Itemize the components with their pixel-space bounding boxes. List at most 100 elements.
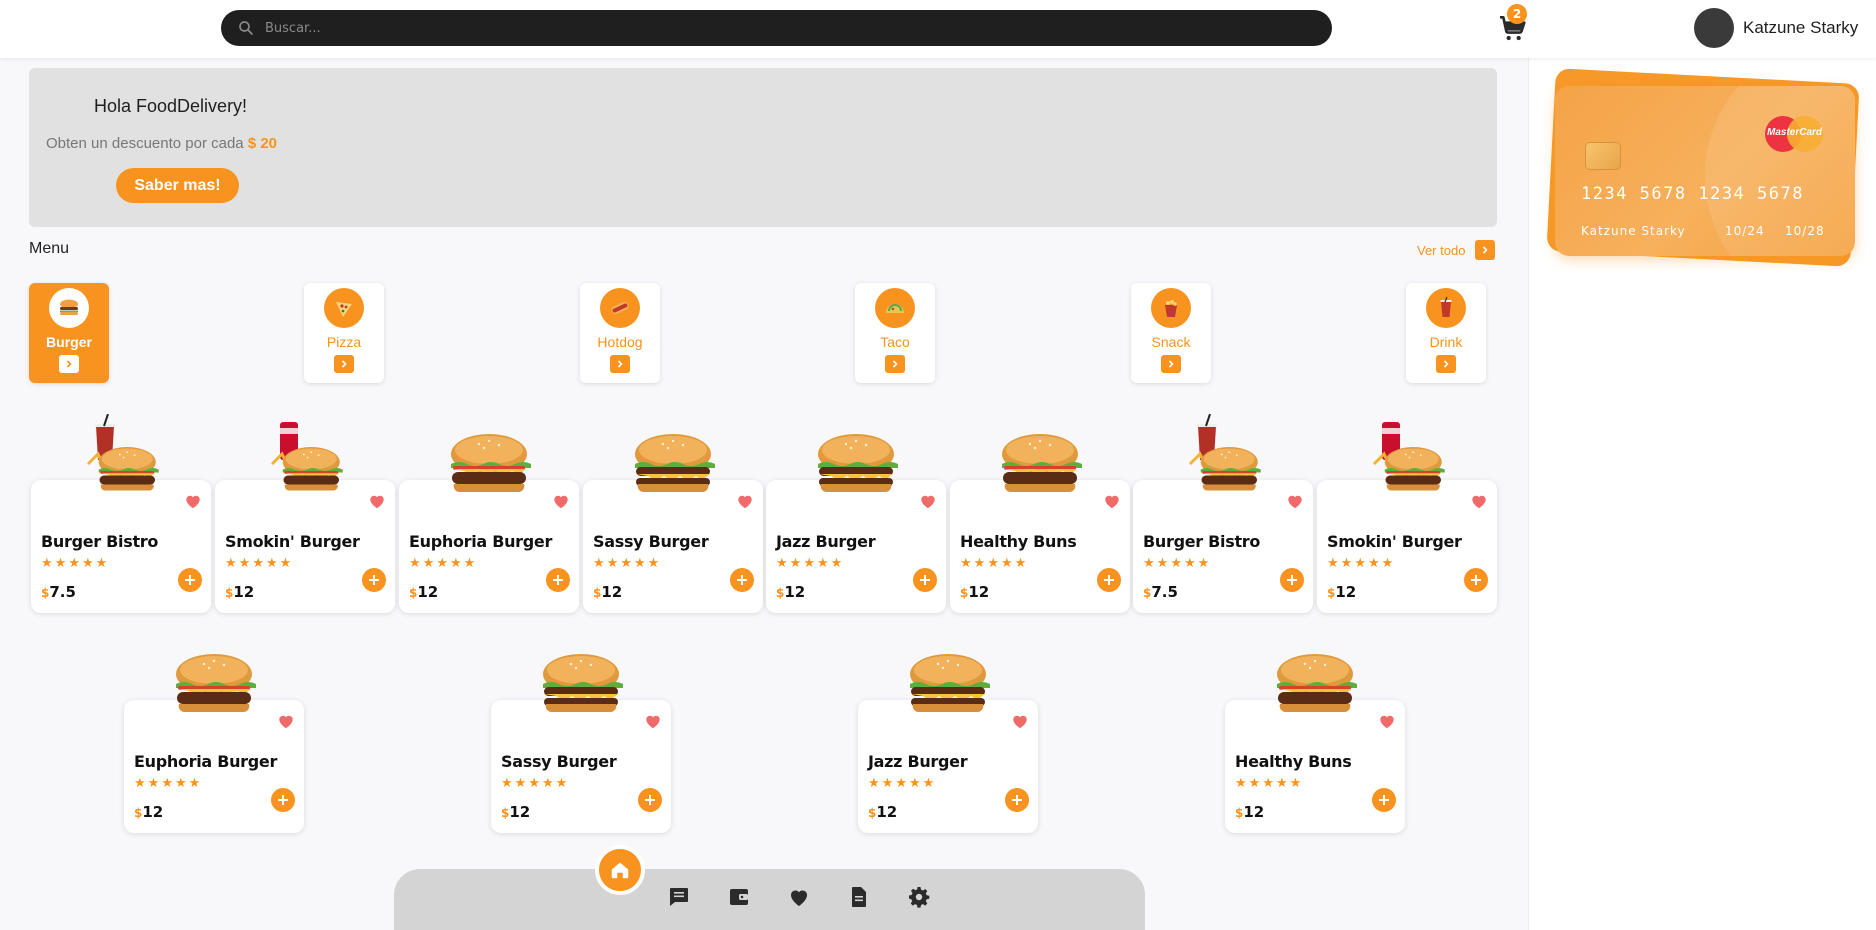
add-to-cart-button[interactable] [1464, 568, 1488, 592]
heart-icon[interactable] [1012, 714, 1028, 729]
category-hotdog[interactable]: Hotdog [580, 283, 660, 383]
category-snack[interactable]: Snack [1131, 283, 1211, 383]
category-drink[interactable]: Drink [1406, 283, 1486, 383]
chevron-right-icon[interactable] [1161, 355, 1181, 373]
product-price: $12 [776, 583, 806, 601]
rating-stars: ★ ★ ★ ★ ★ [868, 777, 934, 790]
wallet-icon[interactable] [727, 885, 751, 909]
star-icon: ★ [1235, 776, 1247, 791]
plus-icon [920, 575, 930, 585]
product-card[interactable]: Jazz Burger ★ ★ ★ ★ ★ $12 [766, 434, 946, 613]
chat-icon[interactable] [667, 885, 691, 909]
star-icon: ★ [54, 556, 67, 571]
product-card[interactable]: Euphoria Burger ★ ★ ★ ★ ★ $12 [399, 434, 579, 613]
star-icon: ★ [1248, 776, 1261, 791]
chevron-right-icon[interactable] [59, 355, 79, 373]
star-icon: ★ [174, 776, 187, 791]
product-card[interactable]: Sassy Burger ★ ★ ★ ★ ★ $12 [491, 654, 671, 833]
settings-icon[interactable] [907, 885, 931, 909]
cart-count-badge: 2 [1507, 4, 1527, 24]
heart-icon[interactable] [185, 494, 201, 509]
add-to-cart-button[interactable] [638, 788, 662, 812]
product-price: $12 [1327, 583, 1357, 601]
product-image [451, 434, 531, 493]
chevron-right-icon[interactable] [610, 355, 630, 373]
category-label: Hotdog [597, 334, 643, 350]
card-date-1: 10/24 [1725, 224, 1765, 238]
star-icon: ★ [501, 776, 513, 791]
heart-icon[interactable] [920, 494, 936, 509]
add-to-cart-button[interactable] [178, 568, 202, 592]
chevron-right-icon[interactable] [885, 355, 905, 373]
search-input[interactable] [265, 20, 1165, 36]
add-to-cart-button[interactable] [730, 568, 754, 592]
product-card[interactable]: Smokin' Burger ★ ★ ★ ★ ★ $12 [215, 422, 395, 613]
product-image [1372, 422, 1445, 491]
heart-icon[interactable] [1104, 494, 1120, 509]
product-name: Sassy Burger [501, 752, 617, 771]
add-to-cart-button[interactable] [1097, 568, 1121, 592]
category-pizza[interactable]: Pizza [304, 283, 384, 383]
product-card[interactable]: Healthy Buns ★ ★ ★ ★ ★ $12 [950, 434, 1130, 613]
add-to-cart-button[interactable] [1372, 788, 1396, 812]
category-label: Burger [46, 334, 92, 350]
card-holder: Katzune Starky [1581, 224, 1686, 238]
star-icon: ★ [633, 556, 646, 571]
heart-icon[interactable] [1379, 714, 1395, 729]
star-icon: ★ [1014, 556, 1027, 571]
product-card[interactable]: Sassy Burger ★ ★ ★ ★ ★ $12 [583, 434, 763, 613]
heart-icon[interactable] [553, 494, 569, 509]
star-icon: ★ [881, 776, 894, 791]
category-label: Snack [1151, 334, 1191, 350]
plus-icon [1287, 575, 1297, 585]
product-image [270, 422, 343, 491]
product-card[interactable]: Burger Bistro ★ ★ ★ ★ ★ $7.5 [31, 414, 211, 613]
product-card[interactable]: Healthy Buns ★ ★ ★ ★ ★ $12 [1225, 654, 1405, 833]
star-icon: ★ [81, 556, 94, 571]
product-image [86, 414, 159, 491]
category-taco[interactable]: Taco [855, 283, 935, 383]
plus-icon [645, 795, 655, 805]
heart-icon[interactable] [1471, 494, 1487, 509]
star-icon: ★ [908, 776, 921, 791]
chevron-right-icon[interactable] [334, 355, 354, 373]
product-card[interactable]: Euphoria Burger ★ ★ ★ ★ ★ $12 [124, 654, 304, 833]
see-all-link[interactable]: Ver todo [1417, 240, 1496, 260]
heart-icon[interactable] [369, 494, 385, 509]
home-button[interactable] [595, 845, 645, 895]
product-card[interactable]: Burger Bistro ★ ★ ★ ★ ★ $7.5 [1133, 414, 1313, 613]
chip-icon [1585, 142, 1621, 170]
product-card[interactable]: Smokin' Burger ★ ★ ★ ★ ★ $12 [1317, 422, 1497, 613]
rating-stars: ★ ★ ★ ★ ★ [1143, 557, 1209, 570]
category-burger[interactable]: Burger [29, 283, 109, 383]
product-name: Smokin' Burger [225, 532, 360, 551]
add-to-cart-button[interactable] [362, 568, 386, 592]
document-icon[interactable] [847, 885, 871, 909]
product-price: $12 [868, 803, 898, 821]
heart-icon[interactable] [1287, 494, 1303, 509]
product-image [1002, 434, 1082, 493]
avatar[interactable] [1694, 8, 1734, 48]
chevron-right-icon[interactable] [1475, 240, 1496, 260]
heart-icon[interactable] [787, 885, 811, 909]
add-to-cart-button[interactable] [1005, 788, 1029, 812]
user-profile[interactable]: Katzune Starky [1694, 8, 1858, 48]
chevron-right-icon[interactable] [1436, 355, 1456, 373]
heart-icon[interactable] [645, 714, 661, 729]
add-to-cart-button[interactable] [913, 568, 937, 592]
learn-more-button[interactable]: Saber mas! [116, 168, 239, 203]
heart-icon[interactable] [278, 714, 294, 729]
star-icon: ★ [620, 556, 632, 571]
add-to-cart-button[interactable] [1280, 568, 1304, 592]
search-bar[interactable] [221, 10, 1332, 46]
star-icon: ★ [1170, 556, 1182, 571]
plus-icon [185, 575, 195, 585]
add-to-cart-button[interactable] [546, 568, 570, 592]
rating-stars: ★ ★ ★ ★ ★ [776, 557, 842, 570]
plus-icon [737, 575, 747, 585]
credit-card[interactable]: MasterCard 1234 5678 1234 5678 Katzune S… [1546, 68, 1861, 276]
product-card[interactable]: Jazz Burger ★ ★ ★ ★ ★ $12 [858, 654, 1038, 833]
heart-icon[interactable] [737, 494, 753, 509]
add-to-cart-button[interactable] [271, 788, 295, 812]
taco-icon [875, 288, 915, 328]
